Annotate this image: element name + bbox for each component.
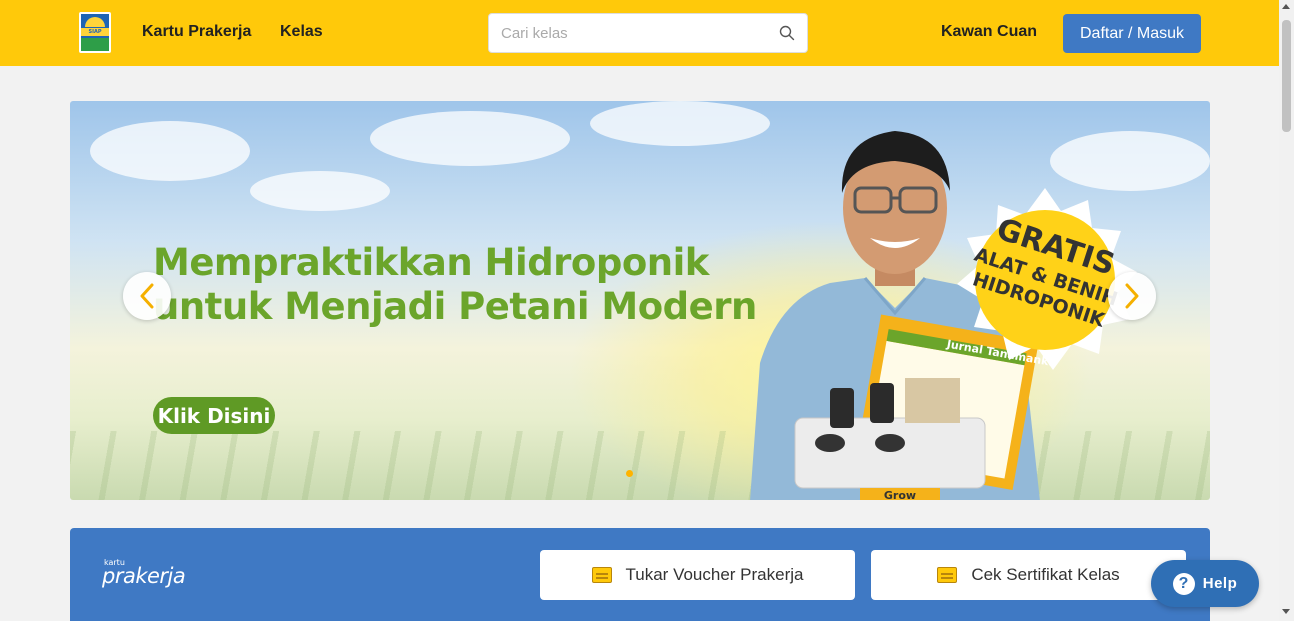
cloud-shape	[370, 111, 570, 166]
search-input[interactable]	[501, 23, 771, 43]
carousel-dots	[626, 470, 633, 477]
cloud-shape	[250, 171, 390, 211]
klik-disini-button[interactable]: Klik Disini	[153, 397, 275, 434]
scroll-up-icon[interactable]	[1282, 4, 1290, 9]
chevron-right-icon	[1125, 283, 1139, 309]
kartu-prakerja-logo: prakerja	[102, 564, 186, 588]
search-box	[488, 13, 808, 53]
carousel-dot-active[interactable]	[626, 470, 633, 477]
banner-title: Mempraktikkan Hidroponik untuk Menjadi P…	[153, 241, 773, 329]
kit-label: Grow	[884, 489, 916, 500]
logo-sun-shape	[85, 17, 105, 27]
banner-title-line2: untuk Menjadi Petani Modern	[153, 285, 757, 328]
nav-kawan-cuan[interactable]: Kawan Cuan	[941, 23, 1037, 41]
daftar-masuk-button[interactable]: Daftar / Masuk	[1063, 14, 1201, 53]
logo-text: SIAP KERJA	[81, 28, 109, 43]
page-scrollbar[interactable]	[1279, 0, 1294, 621]
siap-kerja-logo[interactable]: SIAP KERJA	[79, 12, 111, 53]
carousel-prev-button[interactable]	[123, 272, 171, 320]
cloud-shape	[90, 121, 250, 181]
certificate-icon	[937, 567, 958, 583]
tukar-voucher-label: Tukar Voucher Prakerja	[625, 565, 804, 584]
banner-title-line1: Mempraktikkan Hidroponik	[153, 241, 709, 284]
cek-sertifikat-button[interactable]: Cek Sertifikat Kelas	[871, 550, 1186, 600]
search-icon[interactable]	[779, 25, 795, 41]
prakerja-section: kartu prakerja Tukar Voucher Prakerja Ce…	[70, 528, 1210, 621]
scroll-down-icon[interactable]	[1282, 609, 1290, 614]
nav-kartu-prakerja[interactable]: Kartu Prakerja	[142, 23, 251, 41]
tukar-voucher-button[interactable]: Tukar Voucher Prakerja	[540, 550, 855, 600]
chevron-left-icon	[140, 283, 154, 309]
hero-banner[interactable]: Jurnal Tanamanku Grow GRATIS ALAT & BENI…	[70, 101, 1210, 500]
nav-kelas[interactable]: Kelas	[280, 23, 323, 41]
cek-sertifikat-label: Cek Sertifikat Kelas	[971, 565, 1120, 584]
scroll-thumb[interactable]	[1282, 20, 1291, 132]
help-label: Help	[1202, 575, 1238, 592]
question-icon: ?	[1172, 572, 1195, 595]
carousel-next-button[interactable]	[1108, 272, 1156, 320]
top-header: SIAP KERJA Kartu Prakerja Kelas Kawan Cu…	[0, 0, 1279, 66]
help-button[interactable]: ? Help	[1151, 560, 1259, 607]
logo-field-shape	[81, 38, 109, 51]
voucher-icon	[591, 567, 612, 583]
